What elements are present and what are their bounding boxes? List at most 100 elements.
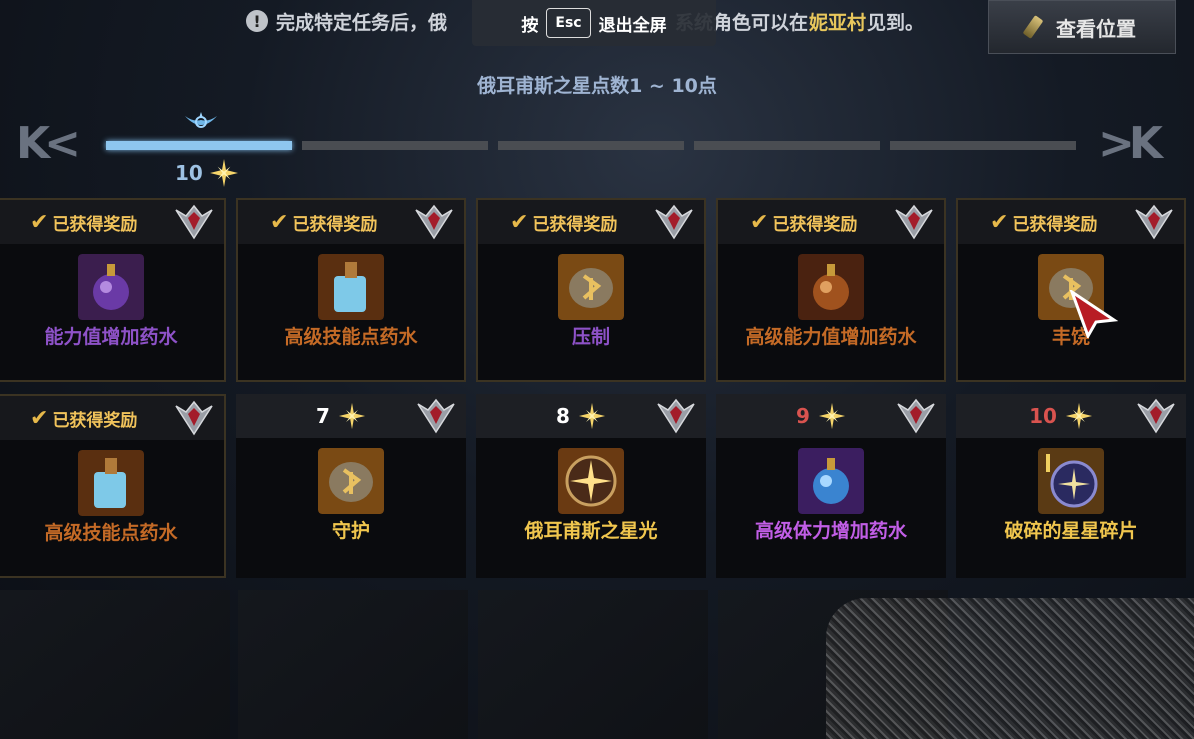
reward-name: 高级体力增加药水 (754, 520, 907, 542)
required-points-value: 8 (556, 404, 570, 428)
required-points: 7 (316, 402, 366, 430)
checkmark-icon: ✔ (270, 209, 289, 235)
reward-card[interactable]: ✔ 已获得奖励高级技能点药水 (0, 394, 226, 578)
claimed-label: 已获得奖励 (772, 214, 858, 235)
reward-name: 高级技能点药水 (44, 522, 178, 544)
reward-card[interactable]: 7 守护 (236, 394, 466, 578)
rank-crest-icon (655, 204, 693, 240)
reward-card[interactable]: ✔ 已获得奖励 能力值增加药水 (0, 198, 226, 382)
reward-card[interactable]: ✔ 已获得奖励高级技能点药水 (236, 198, 466, 382)
star-point-icon (1065, 402, 1092, 430)
required-points: 9 (796, 402, 846, 430)
view-location-button[interactable]: 查看位置 (988, 0, 1176, 54)
required-points: 10 (1029, 402, 1093, 430)
claimed-label: 已获得奖励 (532, 214, 618, 235)
reward-card[interactable]: ✔ 已获得奖励压制 (476, 198, 706, 382)
reward-card-header: ✔ 已获得奖励 (958, 200, 1184, 244)
star-fragment-icon[interactable] (1038, 448, 1104, 514)
rune-stone-icon[interactable] (318, 448, 384, 514)
star-point-icon (818, 402, 846, 430)
reward-card-header: ✔ 已获得奖励 (718, 200, 944, 244)
reward-name: 破碎的星星碎片 (1004, 520, 1138, 542)
current-points-value: 10 (175, 161, 203, 185)
checkmark-icon: ✔ (30, 405, 49, 431)
reward-card[interactable]: 9 高级体力增加药水 (716, 394, 946, 578)
required-points-value: 9 (796, 404, 810, 428)
quill-icon (1022, 15, 1044, 39)
reward-card-header: ✔ 已获得奖励 (238, 200, 464, 244)
reward-card-header: ✔ 已获得奖励 (478, 200, 704, 244)
rune-stone-icon[interactable] (558, 254, 624, 320)
first-page-button[interactable]: K< (16, 118, 81, 169)
exit-fullscreen-hint[interactable]: 按 Esc 退出全屏 (472, 0, 716, 46)
blue-bottle-icon[interactable] (78, 450, 144, 516)
reward-card-header: 7 (236, 394, 466, 438)
blurred-watermark (826, 598, 1194, 739)
reward-name: 守护 (331, 520, 370, 542)
rank-crest-icon (415, 204, 453, 240)
claimed-status: ✔ 已获得奖励 (30, 406, 137, 431)
reward-card[interactable]: 8 俄耳甫斯之星光 (476, 394, 706, 578)
reward-card[interactable]: 10 破碎的星星碎片 (956, 394, 1186, 578)
info-icon: ! (246, 10, 268, 32)
progress-segment (106, 141, 292, 150)
rank-crest-icon (175, 204, 213, 240)
blue-bottle-icon[interactable] (318, 254, 384, 320)
reward-name: 压制 (571, 326, 610, 348)
locked-slot (478, 590, 708, 739)
esc-action-label: 退出全屏 (598, 15, 667, 36)
claimed-label: 已获得奖励 (52, 214, 138, 235)
star-point-icon (338, 402, 366, 430)
reward-name: 俄耳甫斯之星光 (524, 520, 658, 542)
notice-village: 妮亚村 (809, 11, 867, 34)
esc-key: Esc (546, 8, 591, 38)
checkmark-icon: ✔ (990, 209, 1009, 235)
reward-name: 高级能力值增加药水 (745, 326, 917, 348)
rank-crest-icon (1137, 398, 1175, 434)
progress-marker-icon (185, 112, 217, 128)
rank-crest-icon (657, 398, 695, 434)
claimed-status: ✔ 已获得奖励 (990, 210, 1097, 235)
required-points-value: 7 (316, 404, 330, 428)
progress-segment (498, 141, 684, 150)
reward-name: 高级技能点药水 (284, 326, 418, 348)
view-location-label: 查看位置 (1056, 16, 1136, 41)
orange-potion-icon[interactable] (798, 254, 864, 320)
claimed-label: 已获得奖励 (292, 214, 378, 235)
reward-card-header: ✔ 已获得奖励 (0, 200, 224, 244)
notice-text-before: 完成特定任务后，俄 (276, 11, 448, 34)
checkmark-icon: ✔ (510, 209, 529, 235)
claimed-status: ✔ 已获得奖励 (510, 210, 617, 235)
rank-crest-icon (897, 398, 935, 434)
required-points: 8 (556, 402, 606, 430)
reward-card-header: 8 (476, 394, 706, 438)
purple-potion-icon[interactable] (78, 254, 144, 320)
progress-segment (302, 141, 488, 150)
checkmark-icon: ✔ (750, 209, 769, 235)
rank-crest-icon (417, 398, 455, 434)
claimed-status: ✔ 已获得奖励 (270, 210, 377, 235)
locked-slot (238, 590, 468, 739)
star-orb-icon[interactable] (558, 448, 624, 514)
rank-crest-icon (1135, 204, 1173, 240)
checkmark-icon: ✔ (30, 209, 49, 235)
required-points-value: 10 (1029, 404, 1057, 428)
rank-crest-icon (895, 204, 933, 240)
reward-card-header: 9 (716, 394, 946, 438)
esc-press-label: 按 (521, 15, 539, 36)
range-title: 俄耳甫斯之星点数1 ~ 10点 (477, 75, 717, 97)
notice-text-after: 见到。 (867, 11, 925, 34)
blue-potion-icon[interactable] (798, 448, 864, 514)
star-point-icon (209, 159, 238, 187)
last-page-button[interactable]: >K (1098, 118, 1163, 169)
locked-slot (0, 590, 230, 739)
claimed-label: 已获得奖励 (1012, 214, 1098, 235)
claimed-status: ✔ 已获得奖励 (30, 210, 137, 235)
reward-card[interactable]: ✔ 已获得奖励高级能力值增加药水 (716, 198, 946, 382)
progress-segment (890, 141, 1076, 150)
star-point-icon (578, 402, 606, 430)
claimed-status: ✔ 已获得奖励 (750, 210, 857, 235)
claimed-label: 已获得奖励 (52, 410, 138, 431)
progress-segment (694, 141, 880, 150)
reward-card-header: 10 (956, 394, 1186, 438)
